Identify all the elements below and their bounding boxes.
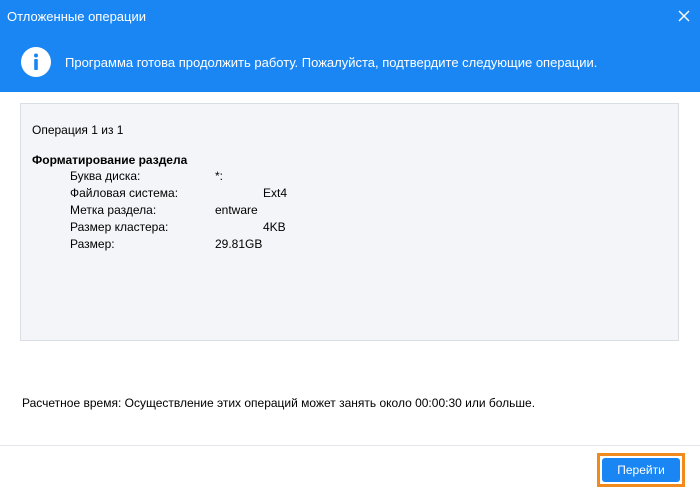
banner-message: Программа готова продолжить работу. Пожа… (65, 55, 598, 70)
footer-divider (0, 445, 700, 446)
operation-counter: Операция 1 из 1 (32, 123, 124, 137)
property-value: *: (215, 169, 224, 183)
close-button[interactable] (672, 4, 696, 28)
operation-details-panel: Операция 1 из 1 Форматирование раздела Б… (20, 103, 679, 341)
close-icon (678, 10, 690, 22)
property-value: 4KB (263, 220, 286, 234)
property-row-partition-label: Метка раздела: entware (70, 203, 630, 219)
title-bar: Отложенные операции (0, 0, 700, 34)
property-value: entware (215, 203, 258, 217)
property-value: Ext4 (263, 186, 288, 200)
property-label: Размер: (70, 237, 115, 251)
info-icon (21, 47, 51, 77)
estimated-time-text: Расчетное время: Осуществление этих опер… (22, 396, 536, 410)
property-label: Размер кластера: (70, 220, 169, 234)
property-label: Буква диска: (70, 169, 141, 183)
window-title: Отложенные операции (7, 9, 146, 24)
operation-title: Форматирование раздела (32, 153, 188, 167)
property-row-file-system: Файловая система: Ext4 (70, 186, 630, 202)
go-button[interactable]: Перейти (597, 453, 685, 487)
property-value: 29.81GB (215, 237, 263, 251)
property-row-drive-letter: Буква диска: *: (70, 169, 630, 185)
pending-operations-dialog: Отложенные операции Программа готова про… (0, 0, 700, 500)
info-banner: Программа готова продолжить работу. Пожа… (0, 34, 700, 92)
property-row-cluster-size: Размер кластера: 4KB (70, 220, 630, 236)
property-row-size: Размер: 29.81GB (70, 237, 630, 253)
property-label: Метка раздела: (70, 203, 157, 217)
property-label: Файловая система: (70, 186, 179, 200)
go-button-label: Перейти (602, 458, 680, 482)
